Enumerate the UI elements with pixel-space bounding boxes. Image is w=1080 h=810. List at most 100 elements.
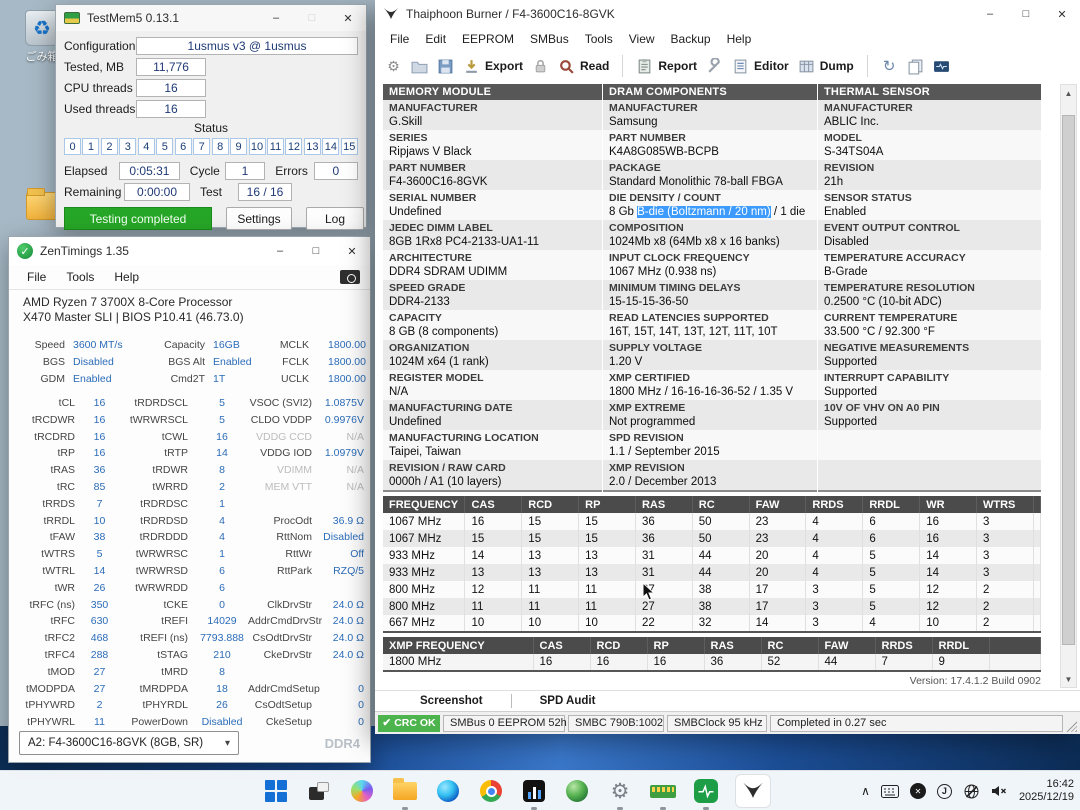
settings-app-button[interactable]: ⚙ — [607, 778, 633, 804]
copilot-button[interactable] — [349, 778, 375, 804]
tray-x-circle-icon[interactable]: ✕ — [910, 783, 926, 799]
scroll-up-icon[interactable]: ▲ — [1061, 85, 1076, 101]
menu-item-tools[interactable]: Tools — [58, 268, 102, 286]
editor-button[interactable]: Editor — [732, 58, 789, 75]
tray-chevron-up-icon[interactable]: ∧ — [861, 784, 870, 798]
minimize-icon[interactable]: – — [262, 237, 298, 265]
maximize-icon[interactable]: □ — [298, 237, 334, 265]
table-cell: 800 MHz — [383, 581, 465, 598]
timing-value — [320, 496, 366, 513]
thaiphoon-titlebar[interactable]: Thaiphoon Burner / F4-3600C16-8GVK – □ ✕ — [375, 0, 1080, 28]
firmware-chip-icon[interactable] — [933, 58, 950, 75]
volume-muted-icon[interactable] — [991, 784, 1008, 798]
start-button[interactable] — [263, 778, 289, 804]
table-cell: 3 — [977, 530, 1034, 547]
menu-item-eeprom[interactable]: EEPROM — [455, 31, 521, 47]
mouse-cursor — [642, 582, 655, 601]
file-explorer-button[interactable] — [392, 778, 418, 804]
menu-item-edit[interactable]: Edit — [418, 31, 453, 47]
report-button[interactable]: Report — [636, 58, 697, 75]
timing-label: tRCDWR — [15, 412, 83, 429]
minimize-icon[interactable]: – — [972, 0, 1008, 28]
close-icon[interactable]: ✕ — [330, 5, 366, 31]
task-view-button[interactable] — [306, 778, 332, 804]
dimm-select-dropdown[interactable]: A2: F4-3600C16-8GVK (8GB, SR) ▾ — [19, 731, 239, 755]
column-header: RAS — [704, 637, 761, 654]
zentimings-titlebar[interactable]: ✓ ZenTimings 1.35 – □ ✕ — [9, 237, 370, 265]
testmem5-titlebar[interactable]: TestMem5 0.13.1 – □ ✕ — [56, 5, 366, 31]
close-icon[interactable]: ✕ — [334, 237, 370, 265]
status-box-10: 10 — [249, 138, 266, 155]
info-label: XMP REVISION — [609, 462, 811, 475]
refresh-icon[interactable]: ↻ — [881, 58, 898, 75]
tray-j-circle-icon[interactable]: J — [937, 784, 952, 799]
read-button[interactable]: Read — [558, 58, 609, 75]
dump-button[interactable]: Dump — [798, 58, 854, 75]
wrench-icon[interactable] — [706, 58, 723, 75]
table-cell: 15 — [579, 530, 636, 547]
info-value: 8GB 1Rx8 PC4-2133-UA1-11 — [389, 235, 596, 249]
tab-spd-audit[interactable]: SPD Audit — [512, 695, 624, 707]
table-cell: 12 — [920, 598, 977, 615]
minimize-icon[interactable]: – — [258, 5, 294, 31]
menu-item-help[interactable]: Help — [720, 31, 759, 47]
save-icon[interactable] — [437, 58, 454, 75]
tab-screenshot[interactable]: Screenshot — [375, 695, 511, 707]
globe-app-button[interactable] — [564, 778, 590, 804]
menu-item-file[interactable]: File — [19, 268, 54, 286]
timing-label: tRCDRD — [15, 429, 83, 446]
info-value: 2.0 / December 2013 — [609, 475, 811, 489]
menu-item-help[interactable]: Help — [106, 268, 147, 286]
screenshot-camera-icon[interactable] — [340, 270, 360, 284]
column-header: WR — [920, 496, 977, 513]
memtest-app-button[interactable] — [650, 778, 676, 804]
menu-item-view[interactable]: View — [622, 31, 662, 47]
network-no-internet-icon[interactable] — [963, 783, 980, 800]
log-button[interactable]: Log — [306, 207, 364, 230]
tray-clock[interactable]: 16:42 2025/12/19 — [1019, 778, 1074, 804]
info-value: 33.500 °C / 92.300 °F — [824, 325, 1035, 339]
menu-item-file[interactable]: File — [383, 31, 416, 47]
info-label: COMPOSITION — [609, 222, 811, 235]
open-file-icon[interactable] — [411, 58, 428, 75]
export-button[interactable]: Export — [463, 58, 523, 75]
settings-gear-icon[interactable]: ⚙ — [385, 58, 402, 75]
timing-value: 0.9976V — [320, 412, 366, 429]
column-header: CAS — [465, 496, 522, 513]
timing-value: 288 — [83, 647, 116, 664]
menu-item-backup[interactable]: Backup — [664, 31, 718, 47]
vertical-scrollbar[interactable]: ▲ ▼ — [1060, 84, 1077, 688]
zentimings-taskbar-button[interactable] — [693, 778, 719, 804]
edge-button[interactable] — [435, 778, 461, 804]
menu-item-smbus[interactable]: SMBus — [523, 31, 576, 47]
table-cell: 13 — [579, 547, 636, 564]
info-row: ARCHITECTUREDDR4 SDRAM UDIMM — [383, 250, 602, 280]
timing-label: tRTP — [116, 445, 196, 462]
editor-document-icon — [732, 58, 749, 75]
timing-label: tWRWRDD — [116, 580, 196, 597]
close-icon[interactable]: ✕ — [1044, 0, 1080, 28]
scroll-down-icon[interactable]: ▼ — [1061, 671, 1076, 687]
maximize-icon[interactable]: □ — [1008, 0, 1044, 28]
thaiphoon-taskbar-button[interactable] — [736, 775, 770, 807]
keyboard-icon[interactable] — [881, 785, 899, 798]
table-cell: 22 — [635, 615, 692, 632]
info-label: PACKAGE — [609, 162, 811, 175]
column-header: WTRS — [977, 496, 1034, 513]
info-value: DDR4-2133 — [389, 295, 596, 309]
summary-value: 3600 MT/s — [73, 337, 145, 353]
timing-value: 0 — [320, 697, 366, 714]
tested-mb-label: Tested, MB — [64, 60, 136, 74]
menu-item-tools[interactable]: Tools — [578, 31, 620, 47]
testing-completed-button[interactable]: Testing completed — [64, 207, 212, 230]
table-cell: 36 — [635, 530, 692, 547]
copy-pages-icon[interactable] — [907, 58, 924, 75]
resize-grip[interactable] — [1066, 721, 1077, 732]
timing-label: tREFI (ns) — [116, 630, 196, 647]
settings-button[interactable]: Settings — [226, 207, 292, 230]
benchmark-app-button[interactable] — [521, 778, 547, 804]
scrollbar-thumb[interactable] — [1062, 115, 1075, 645]
chrome-button[interactable] — [478, 778, 504, 804]
status-box-0: 0 — [64, 138, 81, 155]
info-label: CAPACITY — [389, 312, 596, 325]
